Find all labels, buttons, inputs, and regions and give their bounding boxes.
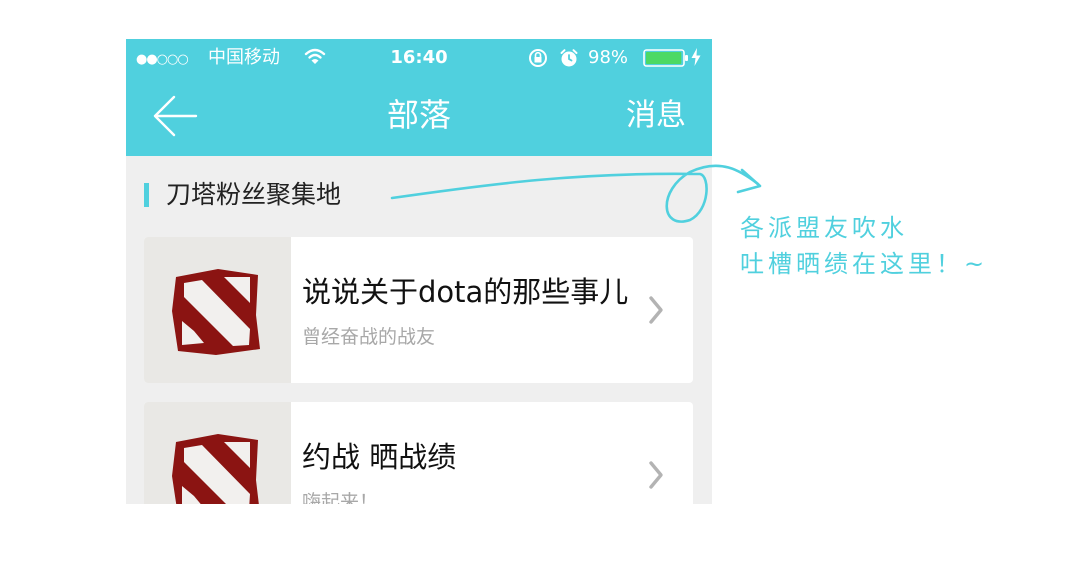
battery-icon — [643, 49, 689, 71]
status-bar: ●●○○○ 中国移动 16:40 98% — [126, 39, 712, 77]
chevron-right-icon — [648, 295, 664, 329]
navigation-bar: 部落 消息 — [126, 77, 712, 156]
chevron-right-icon — [648, 460, 664, 494]
page-title: 部落 — [386, 96, 451, 134]
card-subtitle: 曾经奋战的战友 — [302, 326, 436, 348]
section-title: 刀塔粉丝聚集地 — [166, 180, 342, 209]
annotation-line-1: 各派盟友吹水 — [740, 214, 908, 242]
card-title: 约战 晒战绩 — [302, 440, 457, 474]
annotation-arrow-icon — [380, 150, 780, 244]
card-thumbnail — [144, 237, 291, 383]
rotation-lock-icon — [527, 48, 549, 72]
phone-screen: ●●○○○ 中国移动 16:40 98% 部落 消息 刀塔粉丝聚集地 说说关于d… — [126, 39, 712, 504]
card-thumbnail — [144, 402, 291, 504]
tribe-card[interactable]: 说说关于dota的那些事儿 曾经奋战的战友 — [144, 237, 693, 383]
battery-percentage: 98% — [588, 47, 629, 68]
annotation-line-2: 吐槽晒绩在这里！~ — [740, 250, 989, 278]
alarm-icon — [559, 48, 579, 72]
tribe-card[interactable]: 约战 晒战绩 嗨起来！ — [144, 402, 693, 504]
card-title: 说说关于dota的那些事儿 — [302, 275, 629, 309]
annotation-note: 各派盟友吹水 吐槽晒绩在这里！~ — [740, 210, 988, 282]
section-accent-bar — [144, 183, 149, 207]
charging-icon — [691, 48, 701, 70]
card-subtitle: 嗨起来！ — [302, 491, 379, 504]
messages-button[interactable]: 消息 — [626, 97, 686, 135]
